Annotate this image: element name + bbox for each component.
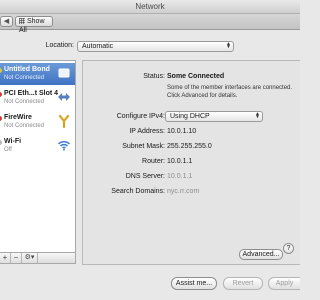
- ip-address-row: IP Address: 10.0.1.10: [83, 128, 301, 138]
- window-titlebar: Network: [0, 0, 300, 14]
- search-domains-value: nyc.rr.com: [167, 188, 200, 195]
- service-status: Not Connected: [4, 75, 45, 81]
- show-all-button[interactable]: Show All: [15, 16, 53, 34]
- service-item-pci-ethernet[interactable]: PCI Eth...t Slot 4 Not Connected: [0, 87, 75, 109]
- router-value: 10.0.1.1: [167, 158, 193, 165]
- location-select[interactable]: Automatic ▲ ▼: [77, 41, 234, 52]
- service-name: Wi-Fi: [4, 138, 22, 145]
- service-name: FireWire: [4, 114, 32, 121]
- window-title: Network: [135, 2, 165, 11]
- chevron-updown-icon: ▲ ▼: [226, 41, 231, 50]
- service-list: Untitled Bond Not Connected PCI Eth...t …: [0, 60, 76, 253]
- service-item-wifi[interactable]: Wi-Fi Off: [0, 135, 75, 157]
- firewire-icon: [58, 114, 70, 128]
- revert-button[interactable]: Revert: [223, 277, 263, 290]
- dns-server-value: 10.0.1.1: [167, 173, 193, 180]
- back-button[interactable]: ◀: [0, 16, 13, 27]
- apply-button[interactable]: Apply: [268, 277, 300, 290]
- router-row: Router: 10.0.1.1: [83, 158, 301, 168]
- search-domains-row: Search Domains: nyc.rr.com: [83, 188, 301, 198]
- configure-ipv4-row: Configure IPv4: Using DHCP ▲ ▼: [83, 111, 301, 123]
- service-name: Untitled Bond: [4, 66, 50, 73]
- service-item-untitled-bond[interactable]: Untitled Bond Not Connected: [0, 63, 75, 85]
- search-domains-label: Search Domains:: [111, 188, 165, 195]
- dns-server-row: DNS Server: 10.0.1.1: [83, 173, 301, 183]
- advanced-button[interactable]: Advanced...: [239, 249, 283, 260]
- status-dot: [0, 68, 2, 73]
- remove-service-button[interactable]: −: [11, 253, 22, 263]
- status-dot: [0, 116, 2, 121]
- help-button[interactable]: ?: [283, 243, 294, 254]
- service-status: Not Connected: [4, 123, 45, 129]
- subnet-mask-row: Subnet Mask: 255.255.255.0: [83, 143, 301, 153]
- gear-icon[interactable]: ⚙▾: [22, 253, 38, 263]
- status-dot: [0, 140, 2, 145]
- subnet-mask-label: Subnet Mask:: [122, 143, 165, 150]
- assist-me-button[interactable]: Assist me...: [171, 277, 217, 290]
- ip-address-label: IP Address:: [129, 128, 165, 135]
- grid-icon: [19, 18, 25, 24]
- status-row: Status: Some Connected Some of the membe…: [83, 73, 301, 99]
- service-status: Not Connected: [4, 99, 45, 105]
- bond-icon: [58, 68, 70, 78]
- dns-server-label: DNS Server:: [125, 173, 165, 180]
- status-description: Some of the member interfaces are connec…: [167, 85, 293, 99]
- configure-ipv4-value: Using DHCP: [170, 113, 210, 120]
- location-value: Automatic: [82, 43, 114, 50]
- chevron-updown-icon: ▲ ▼: [255, 111, 260, 120]
- service-name: PCI Eth...t Slot 4: [4, 90, 59, 97]
- status-value: Some Connected: [167, 73, 225, 80]
- add-service-button[interactable]: +: [0, 253, 11, 263]
- ip-address-value: 10.0.1.10: [167, 128, 197, 135]
- wifi-icon: [57, 141, 71, 151]
- location-label: Location:: [45, 42, 74, 49]
- service-item-firewire[interactable]: FireWire Not Connected: [0, 111, 75, 133]
- configure-ipv4-label: Configure IPv4:: [116, 113, 165, 120]
- status-label: Status:: [143, 73, 165, 80]
- service-detail-panel: Status: Some Connected Some of the membe…: [82, 60, 300, 265]
- configure-ipv4-select[interactable]: Using DHCP ▲ ▼: [165, 111, 263, 122]
- status-dot: [0, 92, 2, 97]
- location-row: Location: Automatic ▲ ▼: [0, 40, 300, 54]
- ethernet-arrows-icon: [58, 93, 70, 101]
- service-list-controls: + − ⚙▾: [0, 253, 76, 264]
- toolbar: ◀ Show All: [0, 14, 300, 34]
- router-label: Router:: [142, 158, 165, 165]
- back-icon: ◀: [3, 18, 10, 25]
- service-status: Off: [4, 147, 12, 153]
- subnet-mask-value: 255.255.255.0: [167, 143, 212, 150]
